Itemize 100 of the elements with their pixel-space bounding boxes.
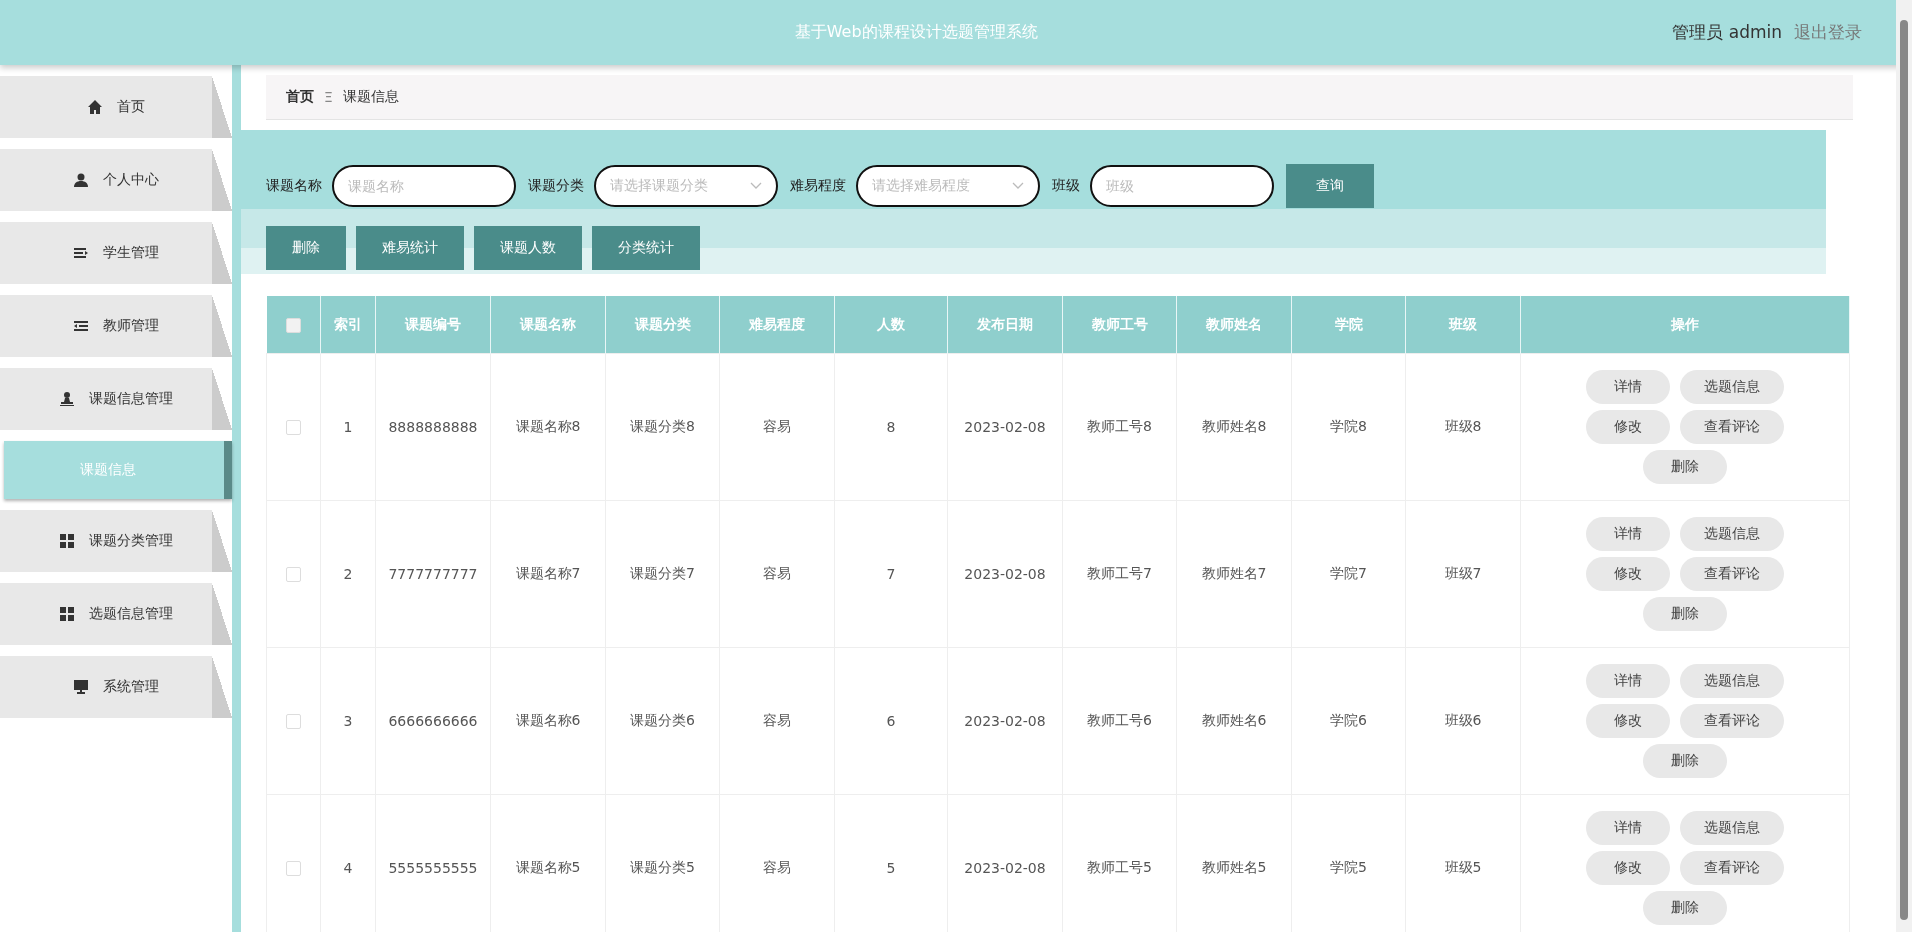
table-cell: 教师姓名8 [1176, 353, 1292, 501]
app-title: 基于Web的课程设计选题管理系统 [793, 22, 1039, 43]
table-cell: 课题分类8 [605, 353, 720, 501]
row-action-button[interactable]: 查看评论 [1680, 557, 1784, 591]
column-header: 课题名称 [490, 296, 606, 354]
table-cell: 2023-02-08 [947, 353, 1063, 501]
sidebar-item[interactable]: 课题信息管理 [0, 368, 232, 430]
breadcrumb-link[interactable]: 首页 [286, 88, 314, 106]
grid-icon [59, 606, 75, 622]
person-icon [73, 172, 89, 188]
chevron-down-icon [1012, 182, 1024, 190]
table-cell: 教师工号6 [1062, 647, 1177, 795]
breadcrumb-separator: Ξ [324, 89, 333, 105]
row-action-button[interactable]: 详情 [1586, 370, 1670, 404]
sidebar-item[interactable]: 课题分类管理 [0, 510, 232, 572]
table-cell: 课题名称8 [490, 353, 606, 501]
sidebar-item[interactable]: 教师管理 [0, 295, 232, 357]
table-cell: 2023-02-08 [947, 647, 1063, 795]
field-label: 课题名称 [266, 177, 322, 195]
row-action-button[interactable]: 删除 [1643, 744, 1727, 778]
table-cell: 容易 [719, 647, 835, 795]
row-action-button[interactable]: 选题信息 [1680, 664, 1784, 698]
row-action-button[interactable]: 查看评论 [1680, 704, 1784, 738]
field-label: 难易程度 [790, 177, 846, 195]
table-cell: 7 [834, 500, 948, 648]
row-action-button[interactable]: 修改 [1586, 557, 1670, 591]
field-label: 课题分类 [528, 177, 584, 195]
table-cell: 6 [834, 647, 948, 795]
table-cell: 班级8 [1405, 353, 1521, 501]
toolbar-button[interactable]: 难易统计 [356, 226, 464, 270]
table-cell: 学院7 [1291, 500, 1406, 648]
row-action-button[interactable]: 选题信息 [1680, 517, 1784, 551]
table-cell: 容易 [719, 500, 835, 648]
table-cell: 3 [320, 647, 376, 795]
row-action-button[interactable]: 详情 [1586, 811, 1670, 845]
row-checkbox[interactable] [286, 714, 301, 730]
table-cell: 课题名称6 [490, 647, 606, 795]
table-cell: 6666666666 [375, 647, 491, 795]
table-cell: 课题分类7 [605, 500, 720, 648]
sidebar-item[interactable]: 首页 [0, 76, 232, 138]
breadcrumb-current: 课题信息 [342, 88, 399, 106]
row-action-button[interactable]: 选题信息 [1680, 811, 1784, 845]
table-cell: 班级7 [1405, 500, 1521, 648]
row-action-button[interactable]: 详情 [1586, 664, 1670, 698]
row-checkbox[interactable] [286, 567, 301, 583]
sidebar-item[interactable]: 学生管理 [0, 222, 232, 284]
toolbar-button[interactable]: 课题人数 [474, 226, 582, 270]
scrollbar[interactable] [1896, 0, 1912, 932]
sidebar-item[interactable]: 系统管理 [0, 656, 232, 718]
table-cell: 学院6 [1291, 647, 1406, 795]
sidebar-item[interactable]: 个人中心 [0, 149, 232, 211]
monitor-icon [73, 679, 89, 695]
grid-icon [59, 533, 75, 549]
table-cell: 8888888888 [375, 353, 491, 501]
column-header: 学院 [1291, 296, 1406, 354]
column-header: 课题编号 [375, 296, 491, 354]
table-cell: 教师工号7 [1062, 500, 1177, 648]
row-action-button[interactable]: 删除 [1643, 597, 1727, 631]
table-cell: 2023-02-08 [947, 500, 1063, 648]
table-cell: 1 [320, 353, 376, 501]
stamp-icon [59, 391, 75, 407]
chevron-down-icon [750, 182, 762, 190]
user-label: 管理员 admin [1672, 21, 1782, 44]
row-action-button[interactable]: 选题信息 [1680, 370, 1784, 404]
toolbar-button[interactable]: 分类统计 [592, 226, 700, 270]
column-header: 操作 [1520, 296, 1850, 354]
field-label: 班级 [1052, 177, 1080, 195]
table-cell: 教师姓名7 [1176, 500, 1292, 648]
sidebar-item[interactable]: 选题信息管理 [0, 583, 232, 645]
column-header: 难易程度 [719, 296, 835, 354]
input-field[interactable]: 班级 [1090, 165, 1274, 207]
select-all-checkbox[interactable] [285, 317, 301, 333]
column-header: 班级 [1405, 296, 1521, 354]
row-action-button[interactable]: 详情 [1586, 517, 1670, 551]
table-cell: 2 [320, 500, 376, 648]
search-button[interactable]: 查询 [1286, 164, 1374, 208]
column-header: 课题分类 [605, 296, 720, 354]
row-action-button[interactable]: 删除 [1643, 891, 1727, 925]
row-action-button[interactable]: 修改 [1586, 851, 1670, 885]
row-action-button[interactable]: 修改 [1586, 410, 1670, 444]
table-cell: 8 [834, 353, 948, 501]
row-checkbox[interactable] [286, 861, 301, 877]
column-header: 人数 [834, 296, 948, 354]
table-cell: 容易 [719, 353, 835, 501]
list-icon [73, 245, 89, 261]
table-cell: 7777777777 [375, 500, 491, 648]
table-cell: 教师工号8 [1062, 353, 1177, 501]
toolbar-button[interactable]: 删除 [266, 226, 346, 270]
table-cell: 教师姓名6 [1176, 647, 1292, 795]
table-cell: 课题分类6 [605, 647, 720, 795]
row-action-button[interactable]: 修改 [1586, 704, 1670, 738]
column-header: 教师工号 [1062, 296, 1177, 354]
column-header: 索引 [320, 296, 376, 354]
row-action-button[interactable]: 查看评论 [1680, 851, 1784, 885]
column-header: 教师姓名 [1176, 296, 1292, 354]
list2-icon [73, 318, 89, 334]
input-field[interactable]: 课题名称 [332, 165, 516, 207]
row-action-button[interactable]: 删除 [1643, 450, 1727, 484]
row-checkbox[interactable] [286, 420, 301, 436]
row-action-button[interactable]: 查看评论 [1680, 410, 1784, 444]
